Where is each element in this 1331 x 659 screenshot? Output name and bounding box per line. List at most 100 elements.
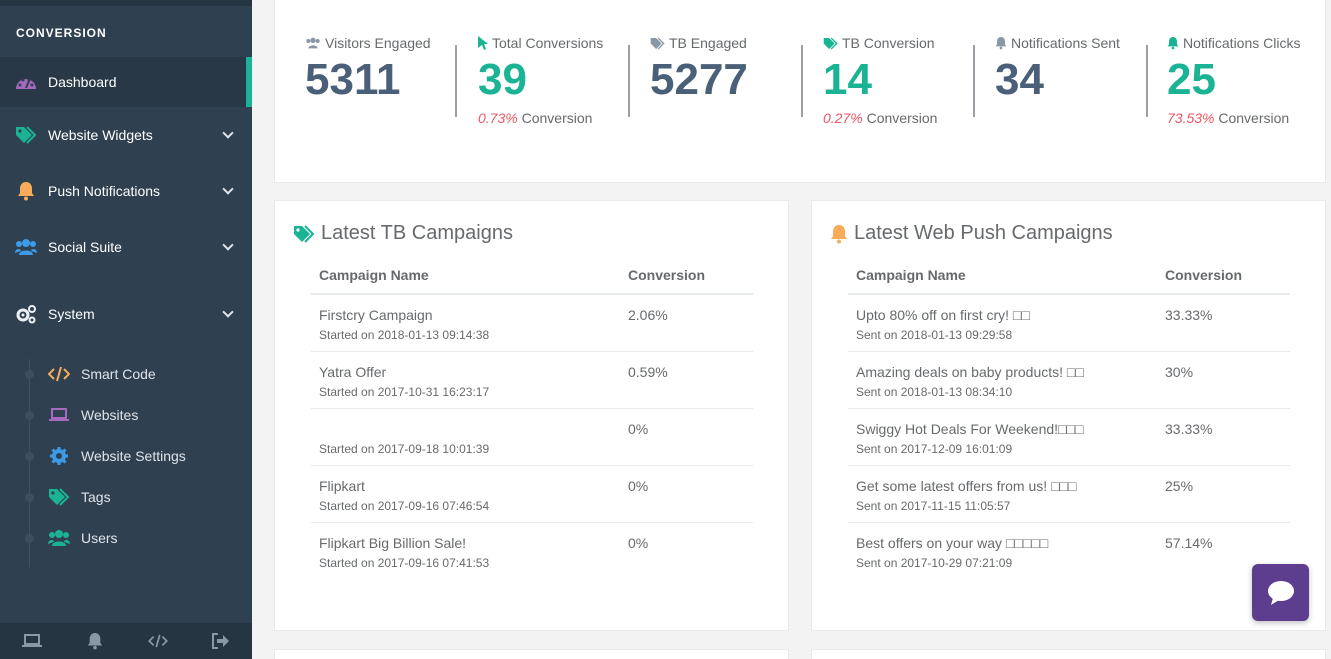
table-row[interactable]: Firstcry Campaign Started on 2018-01-13 0… [311, 294, 753, 352]
campaign-conversion: 33.33% [1157, 408, 1290, 466]
users-icon [48, 528, 70, 548]
stat-notifications-sent: Notifications Sent 34 [995, 35, 1120, 102]
sidebar-item-dashboard[interactable]: Dashboard [0, 57, 252, 107]
cogs-icon [15, 303, 37, 325]
chat-button[interactable] [1252, 564, 1309, 621]
campaign-name: Flipkart [319, 477, 365, 494]
campaign-name: Yatra Offer [319, 363, 387, 380]
bell-icon [1167, 37, 1179, 50]
campaign-cell: Flipkart Started on 2017-09-16 07:46:54 [311, 465, 620, 523]
campaign-cell: Swiggy Hot Deals For Weekend!□□□ Sent on … [848, 408, 1157, 466]
sidebar-footer [0, 623, 252, 659]
panel-title-text: Latest Web Push Campaigns [854, 222, 1113, 244]
sidebar-item-smart-code[interactable]: Smart Code [0, 353, 252, 394]
table-row[interactable]: Get some latest offers from us! □□□ Sent … [848, 465, 1290, 523]
campaign-date: Sent on 2017-10-29 07:21:09 [856, 555, 1013, 570]
laptop-icon[interactable] [21, 630, 43, 652]
stat-total-conversions: Total Conversions 39 0.73% Conversion [478, 35, 603, 126]
campaign-conversion: 0% [620, 465, 753, 523]
campaign-date: Started on 2018-01-13 09:14:38 [319, 328, 490, 342]
col-conversion: Conversion [1157, 261, 1290, 295]
campaign-conversion: 0.59% [620, 351, 753, 409]
table-row[interactable]: Amazing deals on baby products! □□ Sent o… [848, 351, 1290, 409]
sidebar-item-users[interactable]: Users [0, 517, 252, 558]
campaign-date: Sent on 2018-01-13 08:34:10 [856, 384, 1013, 399]
table-row[interactable]: Upto 80% off on first cry! □□ Sent on 201… [848, 294, 1290, 352]
sidebar-item-push-notifications[interactable]: Push Notifications [0, 163, 252, 219]
stat-divider [455, 45, 457, 117]
table-row[interactable]: Flipkart Started on 2017-09-16 07:46:54 0… [311, 465, 753, 523]
stat-label: Notifications Clicks [1183, 35, 1301, 51]
sidebar-item-website-settings[interactable]: Website Settings [0, 435, 252, 476]
code-icon[interactable] [147, 630, 169, 652]
campaign-conversion: 0% [620, 408, 753, 466]
campaign-name: Swiggy Hot Deals For Weekend!□□□ [856, 420, 1084, 437]
panel-partial [811, 649, 1326, 659]
campaign-cell: Yatra Offer Started on 2017-10-31 16:23:1… [311, 351, 620, 409]
stat-label: Notifications Sent [1011, 35, 1120, 51]
sidebar-item-system[interactable]: System [0, 275, 252, 353]
panel-title: Latest Web Push Campaigns [830, 222, 1113, 245]
pointer-icon [478, 36, 488, 50]
stat-label: Visitors Engaged [325, 35, 431, 51]
campaign-date: Started on 2017-09-18 10:01:39 [319, 441, 490, 456]
campaign-name: Upto 80% off on first cry! □□ [856, 307, 1030, 323]
stat-divider [801, 45, 803, 117]
stat-visitors-engaged: Visitors Engaged 5311 [305, 35, 431, 102]
bell-icon[interactable] [84, 630, 106, 652]
campaign-date: Started on 2017-09-16 07:46:54 [319, 498, 490, 513]
bell-icon [831, 224, 847, 243]
system-subnav: Smart Code Websites Website Settings Tag… [0, 353, 252, 567]
col-conversion: Conversion [620, 261, 753, 295]
sidebar-item-social-suite[interactable]: Social Suite [0, 219, 252, 275]
table-row[interactable]: Swiggy Hot Deals For Weekend!□□□ Sent on … [848, 408, 1290, 466]
sub-item-label: Website Settings [81, 447, 186, 464]
stat-pct: 73.53% [1167, 110, 1215, 126]
sidebar-section-title: CONVERSION [16, 26, 107, 40]
campaign-cell: Upto 80% off on first cry! □□ Sent on 201… [848, 294, 1157, 352]
campaign-conversion: 30% [1157, 351, 1290, 409]
campaign-cell: Get some latest offers from us! □□□ Sent … [848, 465, 1157, 523]
campaign-conversion: 25% [1157, 465, 1290, 523]
sidebar-item-websites[interactable]: Websites [0, 394, 252, 435]
sidebar-item-website-widgets[interactable]: Website Widgets [0, 107, 252, 163]
campaign-cell: Best offers on your way □□□□□ Sent on 201… [848, 522, 1157, 579]
sidebar-item-label: Push Notifications [48, 183, 161, 199]
campaign-date: Sent on 2018-01-13 09:29:58 [856, 328, 1013, 342]
sub-item-label: Smart Code [81, 365, 156, 382]
table-row[interactable]: Yatra Offer Started on 2017-10-31 16:23:1… [311, 351, 753, 409]
campaign-name: Flipkart Big Billion Sale! [319, 534, 467, 551]
stat-divider [1146, 45, 1148, 117]
tb-campaigns-panel: Latest TB Campaigns Campaign Name Conver… [274, 200, 789, 631]
stat-value: 5311 [305, 55, 401, 104]
stat-value: 39 [478, 55, 527, 104]
campaign-conversion: 33.33% [1157, 294, 1290, 352]
stat-pct: 0.27% [823, 110, 863, 126]
tags-icon [48, 487, 70, 507]
sidebar-item-label: System [48, 306, 95, 322]
campaign-date: Sent on 2017-11-15 11:05:57 [856, 498, 1011, 513]
panel-title: Latest TB Campaigns [293, 222, 513, 245]
gear-icon [48, 446, 70, 466]
tag-icon [650, 37, 665, 49]
stat-sub-label: Conversion [866, 110, 938, 126]
dashboard-gauge-icon [15, 71, 37, 93]
campaign-date: Started on 2017-09-16 07:41:53 [319, 555, 490, 570]
users-icon [306, 37, 320, 49]
campaign-name: Get some latest offers from us! □□□ [856, 477, 1077, 494]
table-row[interactable]: Best offers on your way □□□□□ Sent on 201… [848, 522, 1290, 579]
push-campaigns-panel: Latest Web Push Campaigns Campaign Name … [811, 200, 1326, 631]
sign-out-icon[interactable] [210, 630, 232, 652]
campaign-cell: Amazing deals on baby products! □□ Sent o… [848, 351, 1157, 409]
bell-icon [995, 37, 1007, 50]
sidebar-item-tags[interactable]: Tags [0, 476, 252, 517]
push-campaigns-table: Campaign Name Conversion Upto 80% off on… [848, 261, 1290, 579]
table-row[interactable]: Started on 2017-09-18 10:01:39 0% [311, 408, 753, 466]
table-row[interactable]: Flipkart Big Billion Sale! Started on 201… [311, 522, 753, 579]
campaign-cell: Firstcry Campaign Started on 2018-01-13 0… [311, 294, 620, 352]
stat-notifications-clicks: Notifications Clicks 25 73.53% Conversio… [1167, 35, 1300, 126]
sidebar-item-label: Dashboard [48, 74, 117, 90]
tags-icon [294, 224, 315, 243]
sub-item-label: Users [81, 529, 118, 546]
laptop-icon [48, 405, 70, 425]
